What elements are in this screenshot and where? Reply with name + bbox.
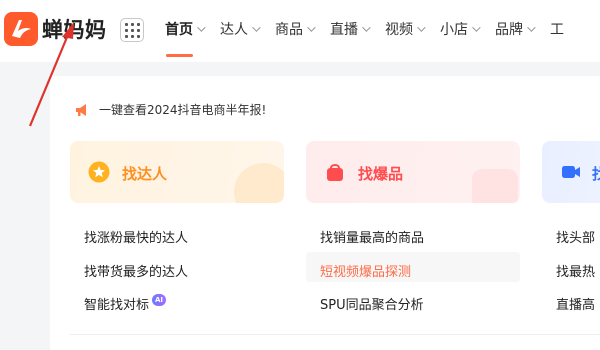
link-high-live[interactable]: 直播高: [556, 294, 595, 313]
megaphone-icon: [76, 103, 86, 116]
main-nav: 首页 达人 商品 直播 视频 小店 品牌 工: [165, 19, 581, 39]
card-title: 找达人: [122, 165, 168, 183]
link-top-streamers[interactable]: 找头部: [556, 227, 595, 246]
chevron-down-icon: [527, 23, 536, 32]
chevron-down-icon: [307, 23, 316, 32]
link-smart-benchmark[interactable]: 智能找对标 AI: [84, 294, 167, 313]
card-decoration: [234, 163, 284, 203]
chevron-down-icon: [417, 23, 426, 32]
card-title: 找爆品: [358, 165, 404, 183]
logo-text: 蝉妈妈: [42, 18, 107, 42]
announcement-text: 一键查看2024抖音电商半年报!: [99, 103, 267, 117]
card-title: 找: [592, 165, 600, 183]
apps-grid-icon[interactable]: [120, 18, 144, 42]
chevron-down-icon: [197, 23, 206, 32]
nav-item-videos[interactable]: 视频: [385, 19, 426, 39]
chevron-down-icon: [252, 23, 261, 32]
star-badge-icon: [88, 161, 110, 183]
link-top-sales-products[interactable]: 找销量最高的商品: [320, 227, 424, 246]
shopping-bag-icon: [327, 164, 343, 181]
card-decoration: [472, 169, 518, 203]
logo-icon: [4, 12, 38, 46]
link-fastest-growing-influencers[interactable]: 找涨粉最快的达人: [84, 227, 188, 246]
nav-item-shops[interactable]: 小店: [440, 19, 481, 39]
video-camera-icon: [562, 166, 580, 178]
nav-item-influencers[interactable]: 达人: [220, 19, 261, 39]
logo[interactable]: 蝉妈妈: [4, 12, 107, 46]
chevron-down-icon: [472, 23, 481, 32]
card-find-influencers[interactable]: 找达人: [70, 141, 284, 203]
nav-item-home[interactable]: 首页: [165, 19, 206, 39]
nav-item-products[interactable]: 商品: [275, 19, 316, 39]
ai-badge: AI: [152, 294, 167, 306]
divider: [70, 334, 600, 335]
nav-item-brands[interactable]: 品牌: [495, 19, 536, 39]
link-spu-aggregation[interactable]: SPU同品聚合分析: [320, 294, 424, 313]
active-tab-indicator: [166, 54, 193, 57]
link-hottest-streams[interactable]: 找最热: [556, 261, 595, 280]
announcement-banner[interactable]: 一键查看2024抖音电商半年报!: [74, 101, 266, 118]
top-navigation-bar: 蝉妈妈 首页 达人 商品 直播 视频 小店 品牌 工: [0, 0, 600, 62]
link-short-video-hot-products[interactable]: 短视频爆品探测: [320, 261, 411, 280]
link-top-selling-influencers[interactable]: 找带货最多的达人: [84, 261, 188, 280]
nav-item-live[interactable]: 直播: [330, 19, 371, 39]
card-find-live[interactable]: 找: [542, 141, 600, 203]
card-find-hot-products[interactable]: 找爆品: [306, 141, 520, 203]
nav-item-tools[interactable]: 工: [550, 19, 564, 39]
chevron-down-icon: [362, 23, 371, 32]
